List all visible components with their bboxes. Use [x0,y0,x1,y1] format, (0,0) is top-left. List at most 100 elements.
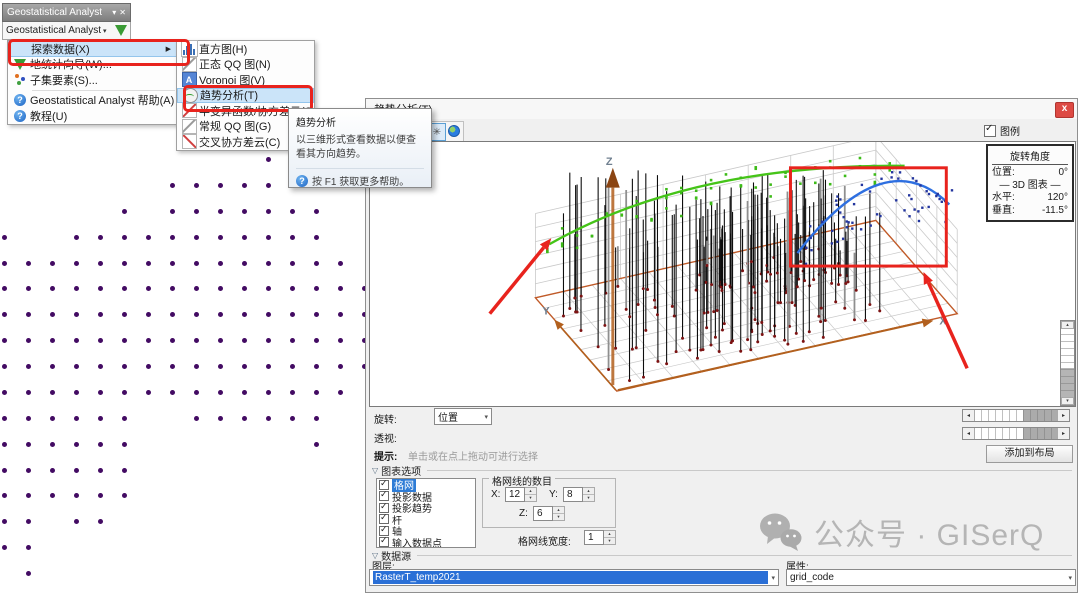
rotate-mode-select[interactable]: 位置 ▾ [434,408,492,425]
x-gridlines-spinner[interactable]: 12 ▴▾ [505,487,537,502]
rotate-label: 旋转: [374,411,397,426]
slider-up-arrow-icon[interactable]: ▴ [1061,321,1074,329]
menu-item-geostatistical-wizard[interactable]: 地统计向导(W)... [8,57,178,73]
map-point [314,312,319,317]
option-input-points[interactable]: 输入数据点 [377,537,475,549]
map-point [50,286,55,291]
slider-left-arrow-icon[interactable]: ◂ [963,410,975,421]
watermark: 公众号 · GISerQ [758,510,1044,554]
trend-3d-chart-area[interactable]: ZXY 旋转角度 位置:0° — 3D 图表 — 水平:120° 垂直:-11.… [369,141,1076,407]
map-point [194,261,199,266]
globe-button[interactable] [446,123,462,139]
map-point [26,493,31,498]
map-point [242,416,247,421]
check-icon[interactable] [379,526,389,536]
menu-item-help[interactable]: ? Geostatistical Analyst 帮助(A) [8,93,178,109]
map-point [122,312,127,317]
map-point [242,390,247,395]
gridline-width-label: 格网线宽度: [518,533,571,548]
map-point [338,286,343,291]
close-icon[interactable]: ✕ [119,8,126,17]
map-point [122,261,127,266]
wizard-icon[interactable] [115,25,127,36]
slider-right-arrow-icon[interactable]: ▸ [1057,410,1069,421]
map-point [2,545,7,550]
rotation-slider[interactable]: ◂ ▸ [962,409,1070,422]
check-icon[interactable] [379,491,389,501]
map-point [74,416,79,421]
map-point [218,261,223,266]
menu-item-explore-data[interactable]: 探索数据(X) ▶ [8,41,178,57]
slider-down-arrow-icon[interactable]: ▾ [1061,397,1074,405]
map-point [50,390,55,395]
chart-options-header[interactable]: ▽ 图表选项 [372,463,1072,478]
map-point [290,416,295,421]
legend-checkbox[interactable]: 图例 [984,123,1020,138]
toolbar-menu-button[interactable]: Geostatistical Analyst [6,25,101,36]
spinner-arrows-icon[interactable]: ▴▾ [583,487,595,502]
submenu-item-normal-qq[interactable]: 正态 QQ 图(N) [177,57,314,73]
chevron-down-icon: ▾ [1068,574,1072,582]
map-point [170,183,175,188]
chart-options-listbox[interactable]: 格网 投影数据 投影趋势 杆 轴 输入数据点 [376,478,476,548]
map-point [170,261,175,266]
check-icon[interactable] [379,503,389,513]
chevron-down-icon[interactable]: ▾ [112,8,116,17]
geostatistical-menu: 探索数据(X) ▶ 地统计向导(W)... 子集要素(S)... ? Geost… [7,40,179,125]
map-point [26,545,31,550]
toolbar-titlebar[interactable]: Geostatistical Analyst ▾ ✕ [2,3,131,22]
trend-3d-plot: ZXY [370,142,1075,406]
map-point [2,338,7,343]
check-icon[interactable] [379,537,389,547]
map-point [74,235,79,240]
map-point [2,416,7,421]
map-point [98,312,103,317]
spinner-arrows-icon[interactable]: ▴▾ [553,506,565,521]
menu-item-subset-features[interactable]: 子集要素(S)... [8,72,178,88]
spinner-arrows-icon[interactable]: ▴▾ [525,487,537,502]
menu-item-tutorial[interactable]: ? 教程(U) [8,108,178,124]
map-point [26,286,31,291]
layer-select[interactable]: RasterT_temp2021 ▾ [369,569,779,586]
close-icon[interactable]: x [1055,102,1074,118]
submenu-item-trend-analysis[interactable]: 趋势分析(T) [177,88,314,104]
map-point [290,338,295,343]
dialog-titlebar[interactable]: 趋势分析(T) [366,99,1077,120]
z-gridlines-spinner[interactable]: 6 ▴▾ [533,506,565,521]
slider-right-arrow-icon[interactable]: ▸ [1057,428,1069,439]
vertical-rotation-slider[interactable]: ▴ ▾ [1060,320,1075,406]
y-gridlines-spinner[interactable]: 8 ▴▾ [563,487,595,502]
map-point [218,209,223,214]
check-icon[interactable] [379,480,389,490]
tooltip-footer: ? 按 F1 获取更多帮助。 [296,173,424,188]
normal-qq-icon [179,58,199,71]
check-icon[interactable] [379,514,389,524]
map-point [26,519,31,524]
map-point [266,312,271,317]
submenu-item-voronoi[interactable]: A Voronoi 图(V) [177,72,314,88]
attribute-select[interactable]: grid_code ▾ [786,569,1076,586]
semivariogram-icon [179,104,199,117]
map-point [338,312,343,317]
map-point [194,235,199,240]
perspective-slider[interactable]: ◂ ▸ [962,427,1070,440]
map-point [314,390,319,395]
map-point [2,235,7,240]
map-point [74,390,79,395]
map-point [74,338,79,343]
map-point [98,261,103,266]
slider-left-arrow-icon[interactable]: ◂ [963,428,975,439]
map-point [50,312,55,317]
map-point [98,286,103,291]
spinner-arrows-icon[interactable]: ▴▾ [604,530,616,545]
map-point [98,493,103,498]
map-point [122,235,127,240]
map-point [122,442,127,447]
map-point [266,157,271,162]
legend-title: 旋转角度 [992,148,1068,165]
add-to-layout-button[interactable]: 添加到布局 [986,445,1073,463]
map-point [194,338,199,343]
hand-icon: ✳ [433,127,441,138]
gridline-width-spinner[interactable]: 1 ▴▾ [584,530,616,545]
submenu-item-histogram[interactable]: 直方图(H) [177,41,314,57]
